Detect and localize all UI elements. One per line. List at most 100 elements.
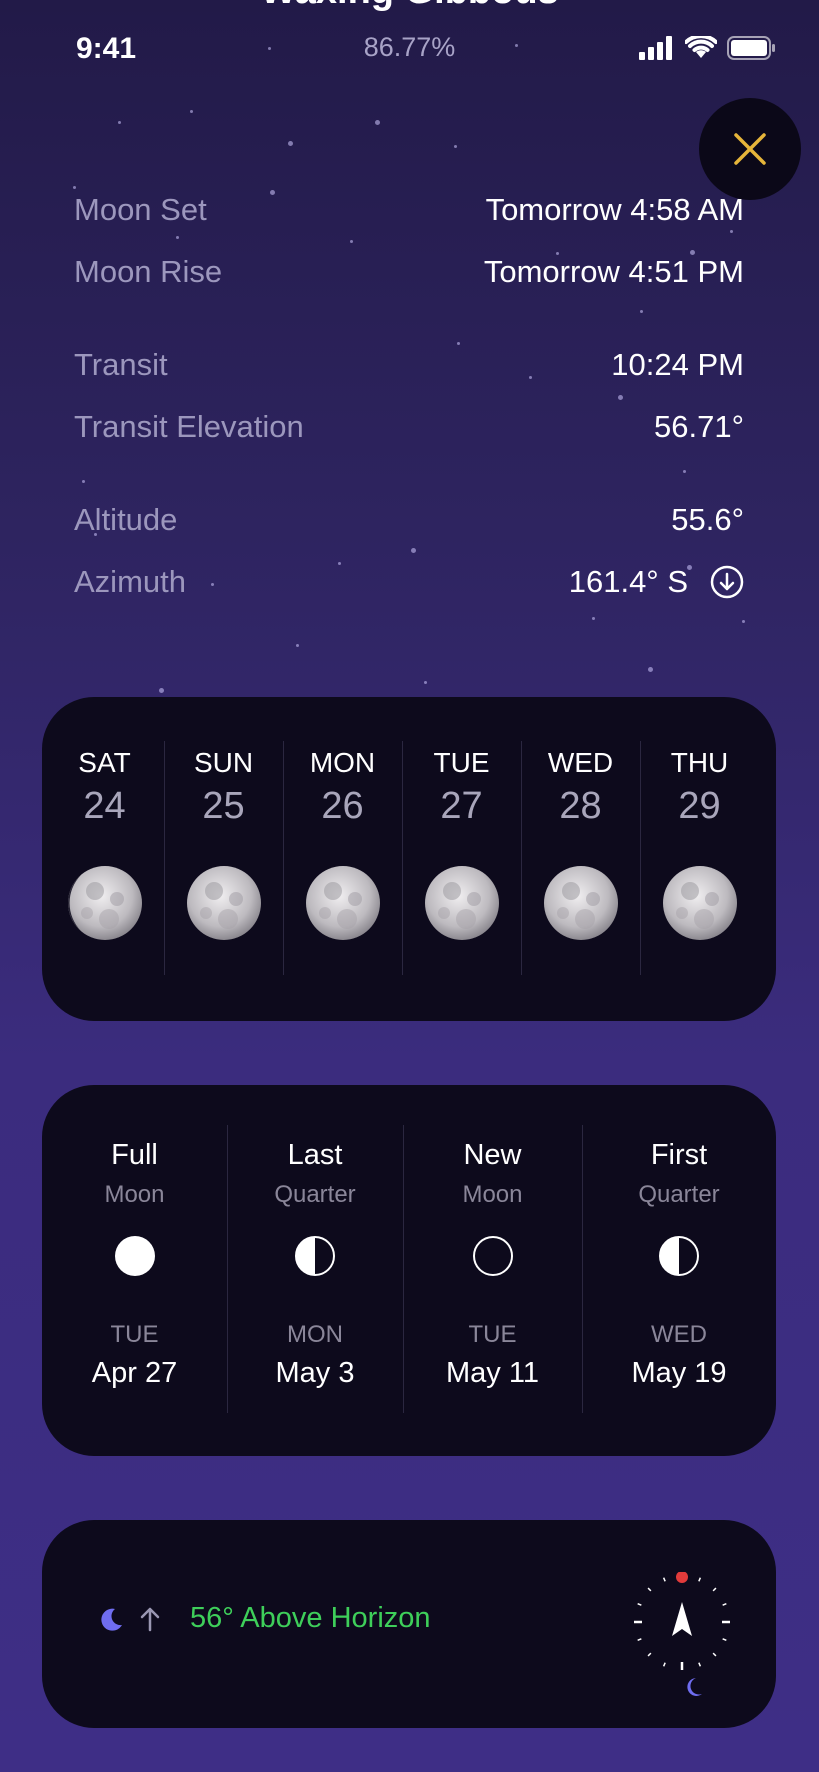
compass-tick [662, 1577, 666, 1582]
star [176, 236, 179, 239]
compass-tick [698, 1662, 702, 1667]
star [457, 342, 460, 345]
divider [402, 741, 403, 975]
horizon-row: 56° Above Horizon [98, 1602, 431, 1635]
phase-weekday: MON [287, 1321, 343, 1348]
compass-tick [647, 1587, 652, 1592]
azimuth-row: Azimuth 161.4° S [74, 564, 744, 600]
phase-subname: Moon [104, 1181, 165, 1208]
azimuth-value: 161.4° S [568, 564, 688, 599]
arrow-up-icon [140, 1607, 160, 1631]
forecast-day-name: WED [547, 747, 614, 778]
divider [283, 741, 284, 975]
azimuth-value-group: 161.4° S [569, 564, 744, 600]
star [411, 548, 416, 553]
moon-phase-icon [424, 866, 499, 940]
compass-tick [722, 1638, 727, 1642]
phase-name: New [463, 1139, 522, 1171]
star [592, 617, 595, 620]
compass-tick [662, 1662, 666, 1667]
forecast-day-number: 27 [440, 785, 483, 827]
compass-tick [698, 1577, 702, 1582]
upcoming-phases-card: Full Moon TUE Apr 27 Last Quarter MON May 3 New M… [42, 1085, 776, 1456]
arrow-down-circle-icon[interactable] [710, 565, 744, 599]
moon-phase-icon [543, 866, 618, 940]
star [742, 620, 745, 623]
phase-item[interactable]: Full Moon TUE Apr 27 [42, 1085, 227, 1456]
moon-set-row: Moon Set Tomorrow 4:58 AM [74, 192, 744, 228]
phase-title: Waxing Gibbous [0, 0, 819, 13]
forecast-day-name: SAT [78, 747, 131, 778]
compass-tick [712, 1587, 717, 1592]
phase-date: Apr 27 [91, 1357, 178, 1389]
phase-item[interactable]: New Moon TUE May 11 [403, 1085, 582, 1456]
star [618, 395, 623, 400]
altitude-row: Altitude 55.6° [74, 502, 744, 538]
transit-value: 10:24 PM [611, 347, 744, 382]
phase-date: May 19 [631, 1357, 727, 1389]
status-icons [639, 36, 777, 60]
moon-phase-icon [186, 866, 261, 940]
azimuth-label: Azimuth [74, 564, 186, 599]
full-moon-icon [114, 1236, 155, 1276]
close-icon [734, 133, 766, 165]
phase-date: May 3 [275, 1357, 355, 1389]
phase-name: First [650, 1139, 708, 1171]
close-button[interactable] [699, 98, 801, 200]
phase-date: May 11 [446, 1357, 539, 1389]
phase-subname: Quarter [274, 1181, 356, 1208]
star [648, 667, 653, 672]
star [190, 110, 193, 113]
phase-subname: Quarter [638, 1181, 720, 1208]
crescent-moon-icon [101, 1608, 122, 1631]
divider [227, 1125, 228, 1413]
star [375, 120, 380, 125]
forecast-day-name: SUN [193, 747, 254, 778]
compass-tick [722, 1602, 727, 1606]
forecast-day-number: 25 [202, 785, 245, 827]
compass-tick [637, 1602, 642, 1606]
horizon-card[interactable]: 56° Above Horizon [42, 1520, 776, 1728]
divider [640, 741, 641, 975]
forecast-day-name: THU [670, 747, 729, 778]
divider [521, 741, 522, 975]
new-moon-icon [472, 1236, 513, 1276]
forecast-day[interactable]: TUE 27 [402, 697, 521, 1021]
compass-tick [712, 1652, 717, 1657]
star [640, 310, 643, 313]
star [683, 470, 686, 473]
phase-weekday: TUE [468, 1321, 517, 1348]
altitude-label: Altitude [74, 502, 178, 537]
star [118, 121, 121, 124]
phase-item[interactable]: Last Quarter MON May 3 [227, 1085, 403, 1456]
star [82, 480, 85, 483]
forecast-day-number: 24 [83, 785, 126, 827]
forecast-day[interactable]: MON 26 [283, 697, 402, 1021]
star [454, 145, 457, 148]
forecast-day[interactable]: SUN 25 [164, 697, 283, 1021]
compass-tick [637, 1638, 642, 1642]
moon-set-value: Tomorrow 4:58 AM [485, 192, 744, 227]
altitude-value: 55.6° [671, 502, 744, 537]
transit-label: Transit [74, 347, 168, 382]
last-quarter-icon [295, 1236, 335, 1276]
transit-elevation-label: Transit Elevation [74, 409, 304, 444]
forecast-day[interactable]: WED 28 [521, 697, 640, 1021]
phase-weekday: WED [651, 1321, 707, 1348]
battery-icon [727, 36, 775, 60]
divider [403, 1125, 404, 1413]
moon-phase-icon [67, 866, 142, 940]
moon-set-label: Moon Set [74, 192, 207, 227]
forecast-day[interactable]: SAT 24 [45, 697, 164, 1021]
forecast-day[interactable]: THU 29 [640, 697, 759, 1021]
star [296, 644, 299, 647]
star [424, 681, 427, 684]
first-quarter-icon [659, 1236, 699, 1276]
phase-item[interactable]: First Quarter WED May 19 [582, 1085, 776, 1456]
moon-phase-icon [662, 866, 737, 940]
phase-subname: Moon [462, 1181, 523, 1208]
divider [582, 1125, 583, 1413]
phase-name: Full [111, 1139, 158, 1171]
moon-rise-label: Moon Rise [74, 254, 223, 289]
transit-elevation-row: Transit Elevation 56.71° [74, 409, 744, 445]
